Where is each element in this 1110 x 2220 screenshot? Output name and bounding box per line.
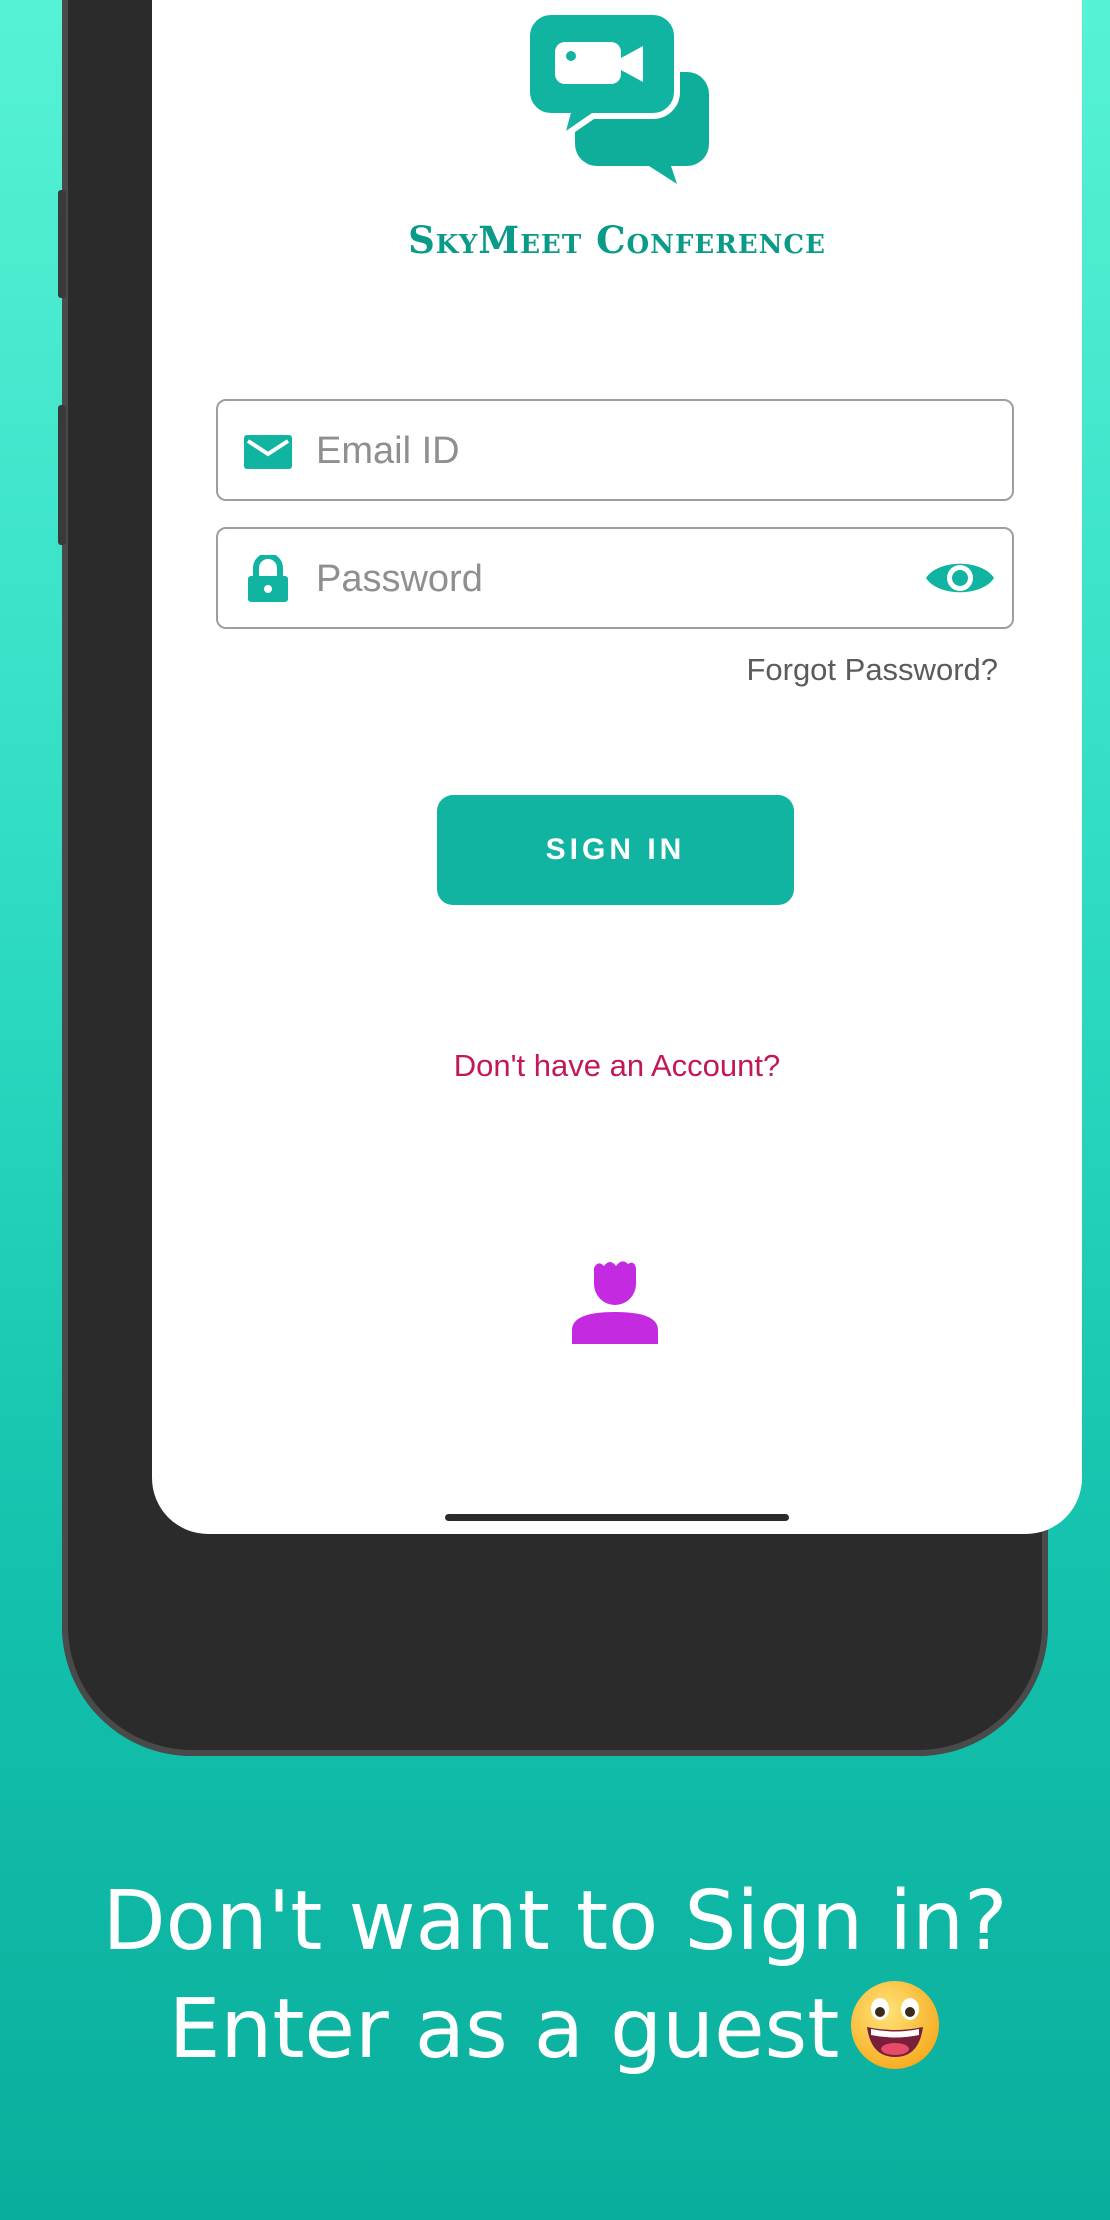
app-title: SkyMeet Conference bbox=[408, 218, 826, 262]
promo-line-2: Enter as a guest bbox=[168, 1982, 840, 2077]
lock-icon bbox=[248, 555, 288, 602]
promo-caption: Don't want to Sign in? Enter as a guest bbox=[0, 1868, 1110, 2084]
phone-side-button bbox=[58, 190, 66, 298]
create-account-link[interactable]: Don't have an Account? bbox=[152, 1048, 1082, 1084]
mail-icon bbox=[244, 435, 292, 469]
password-input[interactable] bbox=[314, 529, 878, 629]
phone-side-button bbox=[58, 405, 66, 545]
email-input[interactable] bbox=[314, 401, 878, 501]
password-field[interactable] bbox=[216, 527, 1014, 629]
video-chat-bubbles-icon bbox=[527, 12, 709, 184]
home-indicator bbox=[445, 1514, 789, 1521]
app-screen: SkyMeet Conference Forgot Password? SIGN bbox=[152, 0, 1082, 1534]
promo-line-2-wrap: Enter as a guest bbox=[0, 1976, 1110, 2084]
promo-line-1: Don't want to Sign in? bbox=[102, 1874, 1008, 1969]
email-field[interactable] bbox=[216, 399, 1014, 501]
person-icon[interactable] bbox=[572, 1260, 658, 1344]
sign-in-button[interactable]: SIGN IN bbox=[437, 795, 794, 905]
grinning-face-emoji-icon bbox=[851, 1981, 940, 2069]
eye-icon[interactable] bbox=[924, 555, 996, 601]
forgot-password-link[interactable]: Forgot Password? bbox=[746, 652, 998, 688]
phone-frame: SkyMeet Conference Forgot Password? SIGN bbox=[58, 0, 1082, 1756]
